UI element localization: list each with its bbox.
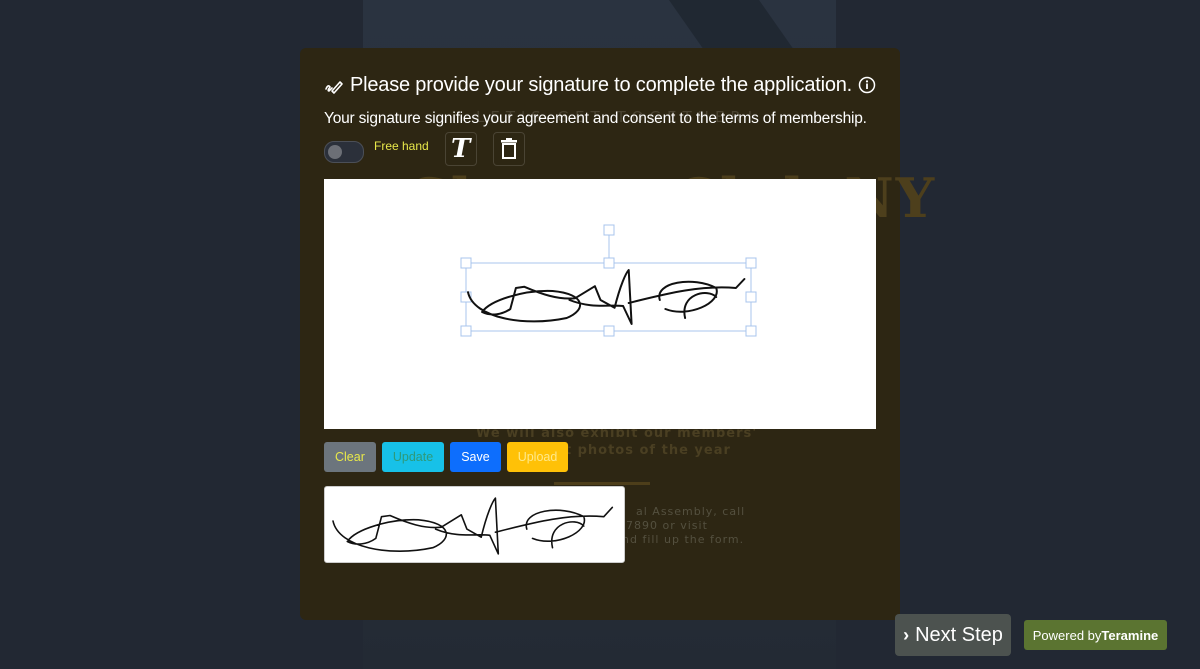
modal-title: Please provide your signature to complet… <box>350 74 853 96</box>
modal-subtitle: Your signature signifies your agreement … <box>324 110 867 127</box>
background-divider <box>554 482 650 485</box>
signature-modal: LET'S GET TOGETHER! Shutter Club NY We w… <box>300 48 934 620</box>
trash-icon <box>500 138 517 159</box>
background-info-line1: al Assembly, call <box>636 505 746 518</box>
handle-bottom-right[interactable] <box>745 325 757 337</box>
free-hand-toggle[interactable] <box>324 141 364 163</box>
clear-button[interactable]: Clear <box>324 442 376 472</box>
signature-preview-stroke <box>332 497 614 555</box>
background-info-line3: nd fill up the form. <box>622 533 745 546</box>
signature-pen-icon <box>325 80 343 94</box>
chevron-right-icon: › <box>903 624 910 645</box>
upload-button[interactable]: Upload <box>506 442 569 472</box>
signature-stroke <box>467 269 746 325</box>
modal-header: Please provide your signature to complet… <box>324 74 876 97</box>
signature-drawing[interactable] <box>324 179 876 429</box>
signature-toolbar: Free hand T <box>324 132 541 166</box>
toggle-knob <box>328 145 342 159</box>
background-info-line2: 7890 or visit <box>626 519 708 532</box>
text-T-icon: T <box>451 134 471 164</box>
brand-name: Teramine <box>1101 627 1159 643</box>
handle-top-center[interactable] <box>603 257 615 269</box>
delete-tool-button[interactable] <box>492 132 525 166</box>
text-tool-button[interactable]: T <box>444 132 477 166</box>
signature-preview-image <box>332 497 614 555</box>
free-hand-label: Free hand <box>374 139 429 153</box>
handle-top-right[interactable] <box>745 257 757 269</box>
info-circle-icon[interactable] <box>858 76 876 94</box>
powered-by-text: Powered by <box>1032 627 1102 643</box>
signature-canvas[interactable] <box>324 179 876 429</box>
handle-middle-right[interactable] <box>745 291 757 303</box>
signature-path <box>332 497 614 555</box>
handle-top-left[interactable] <box>460 257 472 269</box>
next-step-label: Next Step <box>915 623 1003 646</box>
next-step-button[interactable]: › Next Step <box>895 614 1011 656</box>
handle-bottom-center[interactable] <box>603 325 615 337</box>
signature-path <box>467 269 746 325</box>
handle-bottom-left[interactable] <box>460 325 472 337</box>
rotate-handle[interactable] <box>603 224 615 236</box>
signature-actions: Clear Update Save Upload <box>324 442 569 472</box>
powered-by-badge[interactable]: Powered by Teramine <box>1024 620 1167 650</box>
signature-preview <box>324 486 625 563</box>
save-button[interactable]: Save <box>450 442 501 472</box>
update-button[interactable]: Update <box>381 442 445 472</box>
selection-box <box>465 234 752 332</box>
